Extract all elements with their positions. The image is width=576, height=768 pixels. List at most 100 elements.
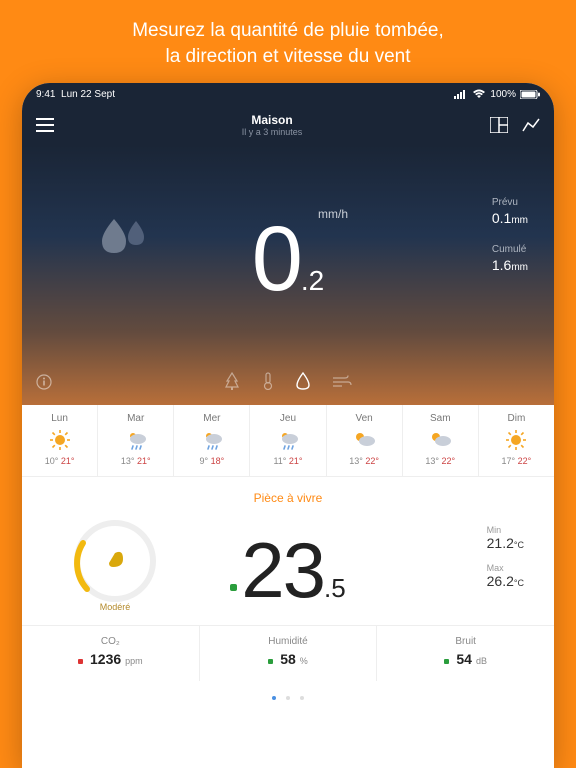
temp-max-value: 26.2 bbox=[487, 573, 514, 589]
layout-button[interactable] bbox=[490, 117, 508, 133]
noise-status-dot bbox=[444, 659, 449, 664]
forecast-temps: 13° 21° bbox=[98, 456, 173, 466]
forecast-temps: 9° 18° bbox=[174, 456, 249, 466]
status-time: 9:41 bbox=[36, 89, 55, 100]
status-date: Lun 22 Sept bbox=[61, 89, 115, 100]
forecast-day[interactable]: Jeu 11° 21° bbox=[250, 405, 326, 476]
forecast-icon bbox=[98, 428, 173, 452]
chart-button[interactable] bbox=[522, 117, 540, 133]
forecast-strip[interactable]: Lun10° 21°Mar13° 21°Mer9° 18°Jeu11° 21°V… bbox=[22, 405, 554, 477]
temp-hi: 21° bbox=[61, 456, 75, 466]
forecast-icon bbox=[327, 428, 402, 452]
temp-hi: 21° bbox=[137, 456, 151, 466]
rain-forecast-value: 0.1 bbox=[492, 210, 511, 226]
rain-total-block: Cumulé 1.6mm bbox=[492, 244, 528, 273]
device-frame: 9:41 Lun 22 Sept 100% Maison Il y a 3 mi… bbox=[22, 83, 554, 768]
tab-wind[interactable] bbox=[332, 374, 352, 393]
forecast-day[interactable]: Lun10° 21° bbox=[22, 405, 98, 476]
page-indicator[interactable] bbox=[22, 681, 554, 711]
humidity-status-dot bbox=[268, 659, 273, 664]
humidity-label: Humidité bbox=[200, 636, 377, 647]
tab-rain[interactable] bbox=[296, 372, 310, 395]
battery-icon bbox=[520, 90, 540, 99]
chart-icon bbox=[522, 117, 540, 133]
info-icon bbox=[36, 374, 52, 390]
tab-thermometer[interactable] bbox=[262, 372, 274, 395]
rain-forecast-unit: mm bbox=[511, 215, 528, 226]
page-dot bbox=[286, 696, 290, 700]
temp-max-label: Max bbox=[487, 563, 524, 573]
forecast-day[interactable]: Dim17° 22° bbox=[479, 405, 554, 476]
temp-lo: 10° bbox=[45, 456, 59, 466]
noise-label: Bruit bbox=[377, 636, 554, 647]
forecast-temps: 11° 21° bbox=[250, 456, 325, 466]
forecast-temps: 17° 22° bbox=[479, 456, 554, 466]
rain-unit: mm/h bbox=[318, 207, 348, 221]
hamburger-icon bbox=[36, 118, 54, 132]
forecast-day[interactable]: Mer9° 18° bbox=[174, 405, 250, 476]
rain-panel[interactable]: 0 .2 mm/h Prévu 0.1mm Cumulé 1.6mm bbox=[22, 145, 554, 405]
forecast-icon bbox=[22, 428, 97, 452]
temp-lo: 11° bbox=[273, 456, 286, 466]
app-header: Maison Il y a 3 minutes bbox=[22, 105, 554, 145]
status-bar: 9:41 Lun 22 Sept 100% bbox=[22, 83, 554, 105]
drop-icon bbox=[296, 372, 310, 390]
temp-hi: 18° bbox=[211, 456, 225, 466]
temp-max-block: Max 26.2°C bbox=[487, 563, 524, 589]
temp-hi: 22° bbox=[518, 456, 532, 466]
temp-lo: 9° bbox=[199, 456, 208, 466]
thermometer-icon bbox=[262, 372, 274, 390]
header-center[interactable]: Maison Il y a 3 minutes bbox=[54, 113, 490, 137]
room-title: Pièce à vivre bbox=[22, 491, 554, 505]
menu-button[interactable] bbox=[36, 118, 54, 132]
temp-hi: 22° bbox=[442, 456, 456, 466]
noise-unit: dB bbox=[476, 656, 487, 666]
tab-tree[interactable] bbox=[224, 372, 240, 395]
humidity-value: 58 bbox=[280, 651, 296, 667]
last-update: Il y a 3 minutes bbox=[54, 127, 490, 137]
metric-humidity[interactable]: Humidité 58% bbox=[200, 626, 378, 681]
temperature-value: 23 .5 bbox=[230, 531, 345, 609]
forecast-day-name: Jeu bbox=[250, 413, 325, 424]
rain-forecast-block: Prévu 0.1mm bbox=[492, 197, 528, 226]
temp-max-unit: °C bbox=[514, 578, 524, 588]
forecast-icon bbox=[403, 428, 478, 452]
forecast-icon bbox=[250, 428, 325, 452]
temp-hi: 21° bbox=[289, 456, 303, 466]
rain-total-value: 1.6 bbox=[492, 257, 511, 273]
rain-rate-value: 0 .2 bbox=[252, 213, 325, 305]
forecast-temps: 13° 22° bbox=[403, 456, 478, 466]
room-panel[interactable]: Pièce à vivre Modéré 23 .5 Min 21.2°C bbox=[22, 477, 554, 768]
forecast-day-name: Sam bbox=[403, 413, 478, 424]
temp-decimal: .5 bbox=[324, 573, 346, 604]
co2-value: 1236 bbox=[90, 651, 121, 667]
metric-co2[interactable]: CO₂ 1236ppm bbox=[22, 626, 200, 681]
rain-total-label: Cumulé bbox=[492, 244, 528, 255]
forecast-day[interactable]: Mar 13° 21° bbox=[98, 405, 174, 476]
page-dot bbox=[272, 696, 276, 700]
page-dot bbox=[300, 696, 304, 700]
temp-min-value: 21.2 bbox=[487, 535, 514, 551]
temp-min-label: Min bbox=[487, 525, 524, 535]
metric-noise[interactable]: Bruit 54 dB bbox=[377, 626, 554, 681]
layout-icon bbox=[490, 117, 508, 133]
temp-lo: 13° bbox=[349, 456, 363, 466]
temp-lo: 17° bbox=[502, 456, 516, 466]
forecast-day[interactable]: Sam 13° 22° bbox=[403, 405, 479, 476]
metrics-row: CO₂ 1236ppm Humidité 58% Bruit 54 dB bbox=[22, 625, 554, 681]
temp-integer: 23 bbox=[241, 531, 324, 609]
promo-line2: la direction et vitesse du vent bbox=[40, 44, 536, 70]
forecast-day[interactable]: Ven 13° 22° bbox=[327, 405, 403, 476]
co2-label: CO₂ bbox=[22, 636, 199, 647]
noise-value: 54 bbox=[456, 651, 472, 667]
forecast-temps: 13° 22° bbox=[327, 456, 402, 466]
status-left: 9:41 Lun 22 Sept bbox=[36, 89, 115, 100]
info-button[interactable] bbox=[36, 374, 52, 395]
temp-min-block: Min 21.2°C bbox=[487, 525, 524, 551]
forecast-day-name: Mar bbox=[98, 413, 173, 424]
forecast-icon bbox=[479, 428, 554, 452]
forecast-day-name: Ven bbox=[327, 413, 402, 424]
air-quality-gauge: Modéré bbox=[60, 511, 170, 612]
signal-icon bbox=[454, 90, 468, 99]
promo-line1: Mesurez la quantité de pluie tombée, bbox=[40, 18, 536, 44]
